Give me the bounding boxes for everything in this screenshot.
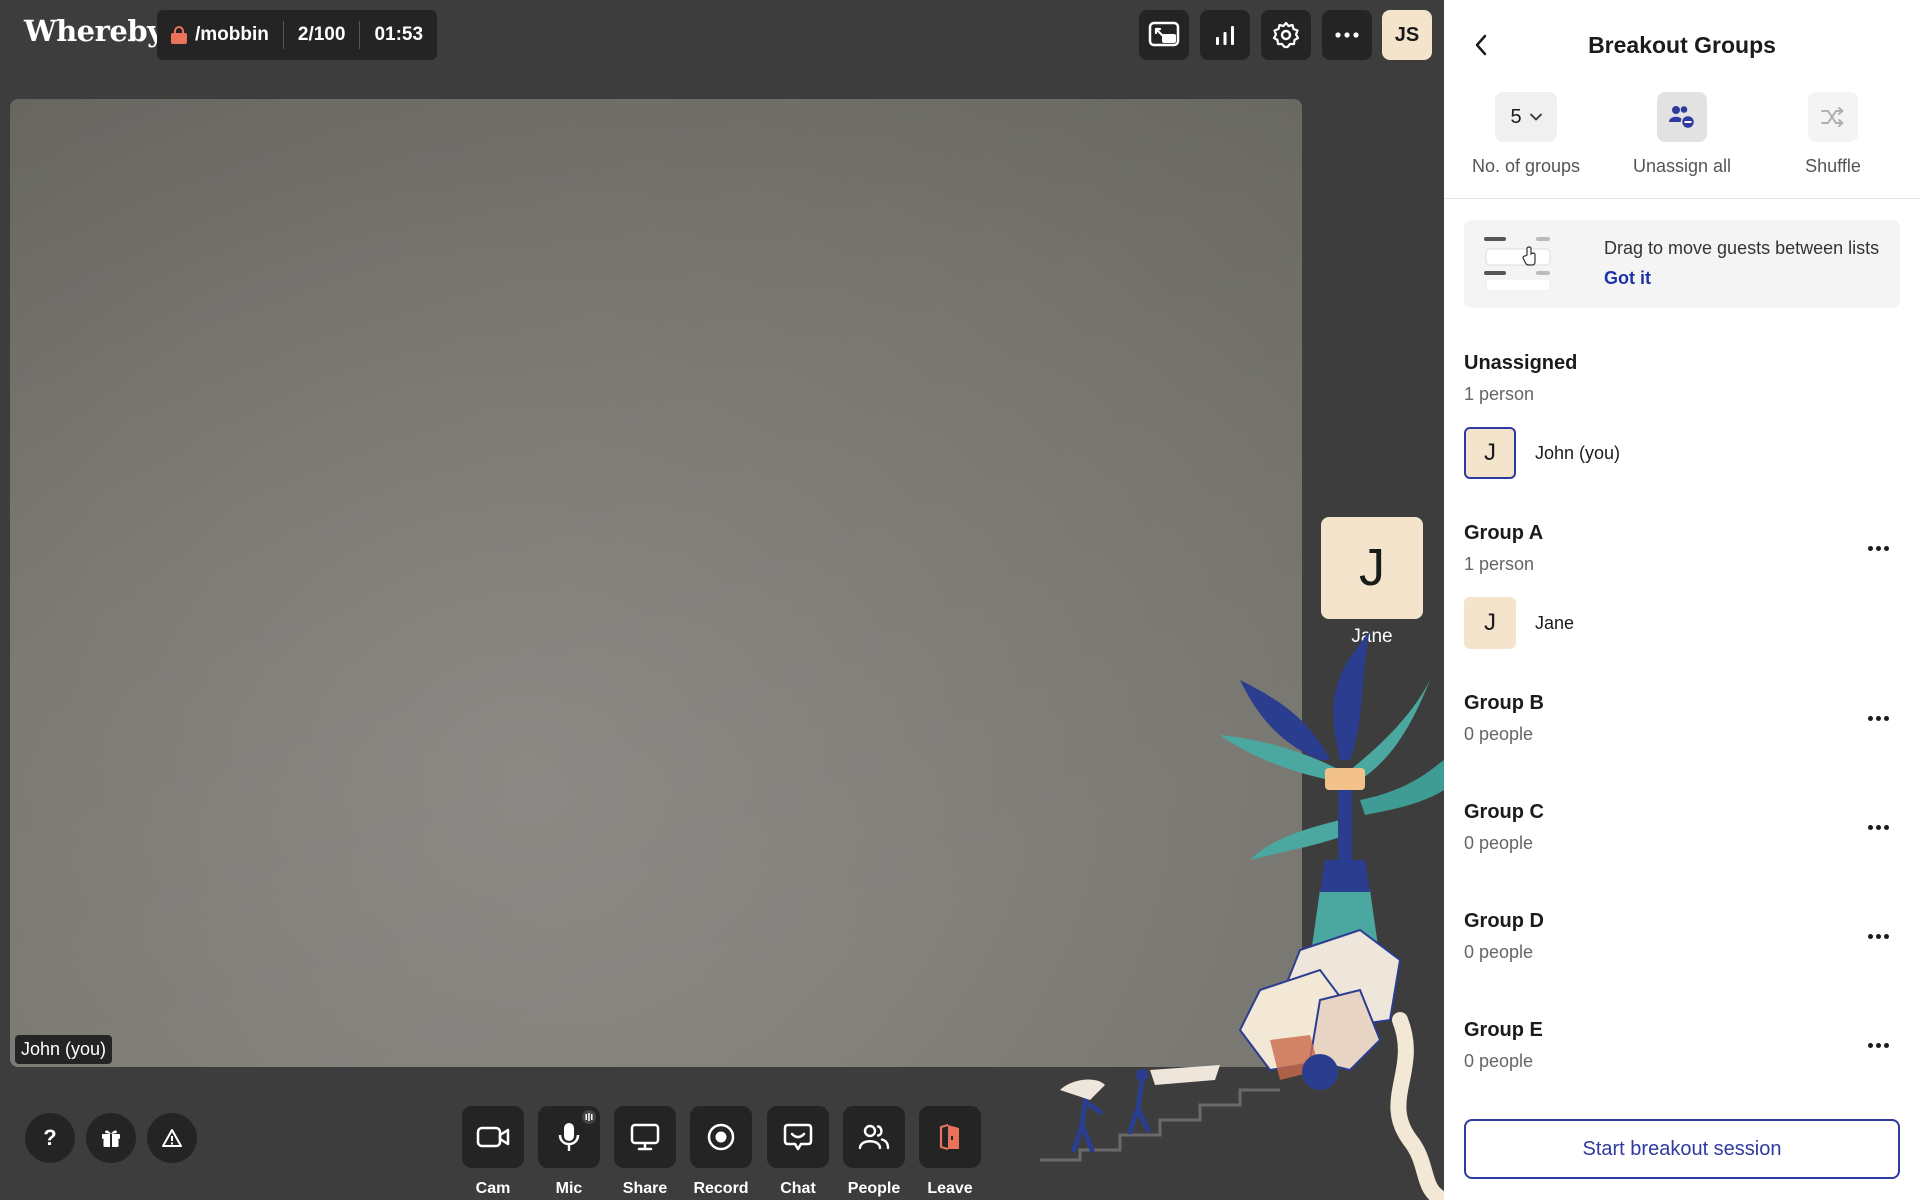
stats-button[interactable]: [1200, 10, 1250, 60]
group-b-count: 0 people: [1464, 724, 1534, 744]
group-e-more-button[interactable]: [1860, 1033, 1896, 1057]
audio-level-icon: [582, 1110, 596, 1124]
drag-hint-banner: Drag to move guests between lists Got it: [1464, 220, 1900, 308]
unassign-people-icon: [1669, 106, 1696, 130]
chat-icon: [783, 1123, 813, 1151]
gift-icon: [102, 1130, 120, 1147]
picture-in-picture-button[interactable]: [1139, 10, 1189, 60]
record-button[interactable]: Record: [690, 1106, 752, 1198]
more-options-button[interactable]: [1322, 10, 1372, 60]
group-a-count: 1 person: [1464, 554, 1535, 574]
people-icon: [858, 1124, 890, 1150]
decorative-illustration: [1040, 630, 1444, 1200]
participant-tile-jane[interactable]: J: [1321, 517, 1423, 619]
member-name: John (you): [1535, 443, 1621, 463]
monitor-icon: [630, 1123, 660, 1151]
chat-button[interactable]: Chat: [767, 1106, 829, 1198]
unassign-all-control[interactable]: Unassign all: [1607, 92, 1757, 177]
avatar[interactable]: J: [1464, 597, 1516, 649]
unlock-icon: [171, 26, 187, 44]
group-e-title: Group E: [1464, 1019, 1543, 1041]
pip-icon: [1148, 21, 1180, 47]
room-name: /mobbin: [195, 24, 269, 45]
warning-icon: [162, 1129, 182, 1147]
leave-button[interactable]: Leave: [919, 1106, 981, 1198]
participant-count: 2/100: [282, 21, 360, 49]
people-button[interactable]: People: [843, 1106, 905, 1198]
record-icon: [707, 1123, 735, 1151]
self-video-label: John (you): [15, 1035, 113, 1064]
group-e-count: 0 people: [1464, 1051, 1534, 1071]
whereby-logo: Whereby: [24, 14, 164, 48]
group-b-more-button[interactable]: [1860, 706, 1896, 730]
group-c-count: 0 people: [1464, 833, 1534, 853]
camera-icon: [476, 1126, 510, 1148]
help-icon: ?: [43, 1125, 57, 1150]
hint-text: Drag to move guests between lists: [1604, 238, 1880, 258]
member-name: Jane: [1535, 613, 1575, 633]
group-d-count: 0 people: [1464, 942, 1534, 962]
mic-toggle[interactable]: Mic: [538, 1106, 600, 1198]
group-a-more-button[interactable]: [1860, 536, 1896, 560]
report-issue-button[interactable]: [147, 1113, 197, 1163]
room-name-segment[interactable]: /mobbin: [171, 21, 283, 49]
got-it-link[interactable]: Got it: [1604, 268, 1651, 289]
microphone-icon: [558, 1123, 580, 1151]
bar-chart-icon: [1216, 26, 1234, 45]
help-button[interactable]: ?: [25, 1113, 75, 1163]
room-info-bar[interactable]: /mobbin 2/100 01:53: [157, 10, 438, 60]
user-avatar[interactable]: JS: [1382, 10, 1432, 60]
meeting-timer: 01:53: [359, 21, 423, 49]
panel-divider: [1444, 198, 1920, 199]
number-of-groups-control[interactable]: 5 No. of groups: [1451, 92, 1601, 177]
avatar[interactable]: J: [1464, 427, 1516, 479]
start-breakout-session-button[interactable]: Start breakout session: [1464, 1119, 1900, 1179]
shuffle-icon: [1821, 107, 1844, 127]
gift-button[interactable]: [86, 1113, 136, 1163]
gear-icon: [1272, 21, 1300, 49]
group-d-more-button[interactable]: [1860, 924, 1896, 948]
drag-list-icon: [1484, 237, 1551, 292]
unassigned-count: 1 person: [1464, 384, 1535, 404]
groups-dropdown[interactable]: 5: [1495, 92, 1557, 142]
door-exit-icon: [939, 1123, 959, 1151]
group-b-title: Group B: [1464, 692, 1544, 714]
unassign-all-button[interactable]: [1657, 92, 1707, 142]
settings-button[interactable]: [1261, 10, 1311, 60]
more-horizontal-icon: [1335, 32, 1359, 38]
group-c-title: Group C: [1464, 801, 1544, 823]
group-a-title: Group A: [1464, 522, 1544, 544]
group-d-title: Group D: [1464, 910, 1544, 932]
shuffle-button[interactable]: [1808, 92, 1858, 142]
chevron-down-icon: [1529, 113, 1542, 121]
group-c-more-button[interactable]: [1860, 815, 1896, 839]
breakout-groups-panel: Breakout Groups 5 No. of groups Unassign…: [1444, 0, 1920, 1200]
share-screen-button[interactable]: Share: [614, 1106, 676, 1198]
unassigned-title: Unassigned: [1464, 352, 1578, 374]
cam-toggle[interactable]: Cam: [462, 1106, 524, 1198]
panel-title: Breakout Groups: [1588, 32, 1776, 58]
shuffle-control[interactable]: Shuffle: [1758, 92, 1908, 177]
